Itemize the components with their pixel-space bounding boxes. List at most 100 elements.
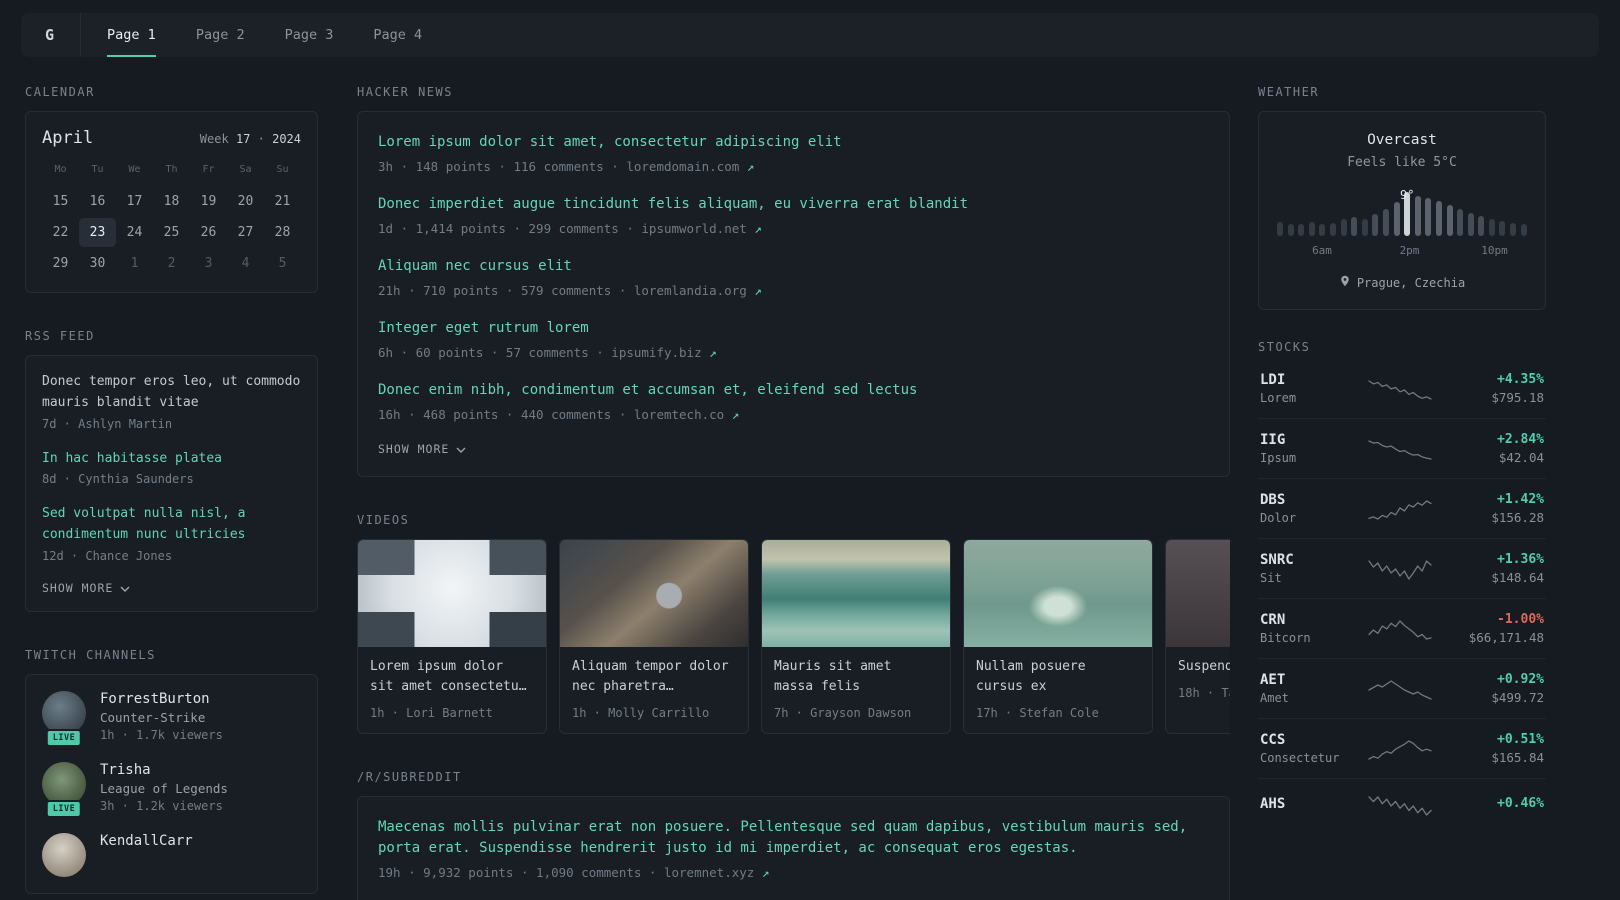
- calendar-widget: CALENDAR April Week 17 · 2024 Mo Tu We T…: [25, 85, 318, 293]
- twitch-channel-game: League of Legends: [100, 780, 228, 796]
- video-card[interactable]: Nullam posuere cursus ex 17h · Stefan Co…: [963, 539, 1153, 735]
- hackernews-item-meta: 16h · 468 points · 440 comments · loremt…: [378, 407, 740, 422]
- stock-price: $156.28: [1491, 510, 1544, 525]
- tab-page-4[interactable]: Page 4: [373, 13, 422, 57]
- hackernews-item-domain[interactable]: loremtech.co: [634, 407, 724, 422]
- rss-item-title[interactable]: Sed volutpat nulla nisl, a condimentum n…: [42, 504, 301, 546]
- weather-widget: WEATHER Overcast Feels like 5°C 9° 6am 2p…: [1258, 85, 1546, 310]
- twitch-channel-meta: 3h · 1.2k viewers: [100, 798, 223, 813]
- rss-item-title[interactable]: Donec tempor eros leo, ut commodo mauris…: [42, 372, 301, 414]
- subreddit-widget-label: /R/SUBREDDIT: [357, 770, 462, 785]
- stock-symbol: AET: [1260, 672, 1286, 688]
- stock-sparkline: [1352, 792, 1448, 818]
- twitch-channel[interactable]: LIVE ForrestBurton Counter-Strike 1h · 1…: [42, 690, 301, 747]
- video-card[interactable]: Mauris sit amet massa felis 7h · Grayson…: [761, 539, 951, 735]
- stock-row[interactable]: DBS Dolor +1.42% $156.28: [1258, 478, 1546, 538]
- video-title[interactable]: Lorem ipsum dolor sit amet consectetu…: [358, 647, 546, 697]
- subreddit-post-title[interactable]: Maecenas mollis pulvinar erat non posuer…: [378, 817, 1209, 859]
- rss-widget-label: RSS FEED: [25, 329, 95, 343]
- video-card[interactable]: Aliquam tempor dolor nec pharetra… 1h · …: [559, 539, 749, 735]
- stock-symbol: AHS: [1260, 795, 1286, 812]
- calendar-day: 30: [89, 256, 106, 271]
- video-title[interactable]: Suspendisse diam: [1166, 647, 1230, 677]
- stocks-widget: STOCKS LDI Lorem +4.35% $795.18 IIG Ipsum +…: [1258, 340, 1546, 831]
- calendar-dow: Su: [276, 164, 289, 175]
- stock-change: +0.92%: [1497, 672, 1544, 687]
- hackernews-show-more-button[interactable]: SHOW MORE: [378, 442, 1209, 456]
- stock-price: $795.18: [1491, 390, 1544, 405]
- rss-show-more-button[interactable]: SHOW MORE: [42, 581, 301, 595]
- subreddit-post: Maecenas mollis pulvinar erat non posuer…: [378, 817, 1209, 880]
- top-nav: G Page 1 Page 2 Page 3 Page 4: [21, 13, 1599, 57]
- hackernews-item-domain[interactable]: loremdomain.com: [626, 159, 739, 174]
- stock-sparkline: [1352, 556, 1448, 582]
- video-card[interactable]: Lorem ipsum dolor sit amet consectetu… 1…: [357, 539, 547, 735]
- video-thumbnail: [560, 540, 748, 647]
- app-logo[interactable]: G: [45, 13, 82, 57]
- hackernews-item-domain[interactable]: ipsumworld.net: [641, 221, 746, 236]
- twitch-channel-name[interactable]: KendallCarr: [100, 833, 193, 849]
- stock-row[interactable]: CRN Bitcorn -1.00% $66,171.48: [1258, 598, 1546, 658]
- twitch-channel[interactable]: LIVE Trisha League of Legends 3h · 1.2k …: [42, 761, 301, 818]
- rss-item[interactable]: Sed volutpat nulla nisl, a condimentum n…: [42, 504, 301, 563]
- rss-item[interactable]: Donec tempor eros leo, ut commodo mauris…: [42, 372, 301, 431]
- stock-symbol: DBS: [1260, 492, 1286, 508]
- hackernews-widget-label: HACKER NEWS: [357, 85, 453, 99]
- calendar-day-next-month: 5: [278, 256, 287, 271]
- stocks-list: LDI Lorem +4.35% $795.18 IIG Ipsum +2.84% $4…: [1258, 366, 1546, 831]
- video-thumbnail: [964, 540, 1152, 647]
- videos-widget-label: VIDEOS: [357, 513, 410, 527]
- rss-item-meta: 12d · Chance Jones: [42, 548, 173, 563]
- twitch-channel[interactable]: KendallCarr: [42, 832, 301, 877]
- stock-sparkline: [1352, 736, 1448, 762]
- stock-change: +0.46%: [1497, 796, 1544, 811]
- hackernews-item-title[interactable]: Donec imperdiet augue tincidunt felis al…: [378, 194, 1209, 215]
- calendar-dow: Tu: [91, 164, 104, 175]
- stock-name: Lorem: [1260, 391, 1297, 405]
- stock-row[interactable]: LDI Lorem +4.35% $795.18: [1258, 366, 1546, 418]
- tab-page-2[interactable]: Page 2: [196, 13, 245, 57]
- avatar: [42, 832, 86, 877]
- hackernews-item: Integer eget rutrum lorem 6h · 60 points…: [378, 318, 1209, 360]
- calendar-day: 27: [237, 225, 254, 240]
- twitch-channel-name[interactable]: ForrestBurton: [100, 691, 223, 707]
- rss-item-title[interactable]: In hac habitasse platea: [42, 449, 301, 470]
- stock-row[interactable]: SNRC Sit +1.36% $148.64: [1258, 538, 1546, 598]
- rss-item[interactable]: In hac habitasse platea 8d · Cynthia Sau…: [42, 449, 301, 487]
- stock-name: Dolor: [1260, 511, 1297, 525]
- subreddit-post-meta: 19h · 9,932 points · 1,090 comments · lo…: [378, 865, 770, 881]
- calendar-day-next-month: 1: [130, 256, 139, 271]
- hackernews-item-title[interactable]: Lorem ipsum dolor sit amet, consectetur …: [378, 132, 1209, 153]
- stock-row[interactable]: IIG Ipsum +2.84% $42.04: [1258, 418, 1546, 478]
- video-title[interactable]: Nullam posuere cursus ex: [964, 647, 1152, 697]
- calendar-day: 22: [52, 225, 69, 240]
- tab-page-1[interactable]: Page 1: [107, 13, 156, 57]
- stock-row[interactable]: CCS Consectetur +0.51% $165.84: [1258, 718, 1546, 778]
- weather-condition: Overcast: [1367, 132, 1437, 148]
- calendar-day: 29: [52, 256, 69, 271]
- hackernews-item-domain[interactable]: loremlandia.org: [634, 283, 747, 298]
- videos-widget: VIDEOS Lorem ipsum dolor sit amet consec…: [357, 513, 1230, 735]
- video-title[interactable]: Aliquam tempor dolor nec pharetra…: [560, 647, 748, 697]
- tab-page-3[interactable]: Page 3: [285, 13, 334, 57]
- stock-row[interactable]: AET Amet +0.92% $499.72: [1258, 658, 1546, 718]
- twitch-channel-name[interactable]: Trisha: [100, 762, 228, 778]
- video-meta: 1h · Lori Barnett: [370, 706, 493, 721]
- stock-name: Amet: [1260, 691, 1289, 705]
- video-meta: 1h · Molly Carrillo: [572, 706, 710, 721]
- hackernews-item-title[interactable]: Aliquam nec cursus elit: [378, 256, 1209, 277]
- hackernews-item-title[interactable]: Donec enim nibh, condimentum et accumsan…: [378, 380, 1209, 401]
- hackernews-item-meta: 1d · 1,414 points · 299 comments · ipsum…: [378, 221, 762, 236]
- stock-change: +1.36%: [1497, 552, 1544, 567]
- subreddit-post-domain[interactable]: loremnet.xyz: [664, 865, 754, 880]
- twitch-widget-label: TWITCH CHANNELS: [25, 647, 156, 662]
- video-title[interactable]: Mauris sit amet massa felis: [762, 647, 950, 697]
- hackernews-item-title[interactable]: Integer eget rutrum lorem: [378, 318, 1209, 339]
- video-card[interactable]: Suspendisse diam 18h · Tara: [1165, 539, 1230, 735]
- calendar-widget-label: CALENDAR: [25, 85, 95, 99]
- calendar-month: April: [42, 128, 94, 148]
- stock-row[interactable]: AHS +0.46%: [1258, 778, 1546, 831]
- hackernews-item-domain[interactable]: ipsumify.biz: [611, 345, 701, 360]
- stock-price: $66,171.48: [1468, 630, 1544, 645]
- stock-name: Consectetur: [1260, 751, 1340, 765]
